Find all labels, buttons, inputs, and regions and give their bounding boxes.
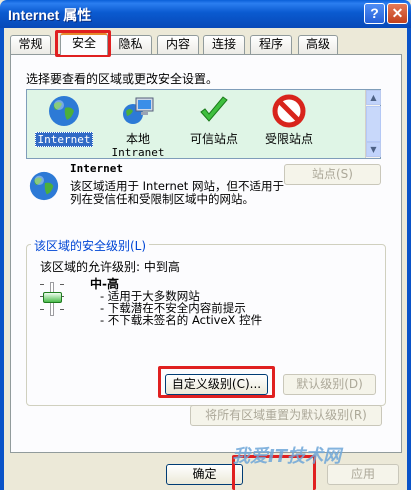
slider-tick <box>60 284 64 285</box>
slider-tick <box>40 309 44 310</box>
tab-security[interactable]: 安全 <box>60 33 108 55</box>
scroll-thumb[interactable] <box>366 106 381 142</box>
close-button[interactable]: ✕ <box>387 3 408 24</box>
zone-scrollbar[interactable]: ▲ ▼ <box>365 90 381 158</box>
zone-list: Internet 本地 Intranet 可信站点 受限站点 ▲ ▼ <box>26 89 381 159</box>
tab-programs[interactable]: 程序 <box>250 35 292 54</box>
default-level-button[interactable]: 默认级别(D) <box>283 374 376 395</box>
zone-info-description: 该区域适用于 Internet 网站，但不适用于列在受信任和受限制区域中的网站。 <box>70 179 284 206</box>
security-slider-thumb[interactable] <box>43 292 62 303</box>
zone-local-intranet[interactable]: 本地 Intranet <box>103 94 173 160</box>
reset-all-zones-button[interactable]: 将所有区域重置为默认级别(R) <box>190 405 382 426</box>
level-bullet: - 不下载未签名的 ActiveX 控件 <box>100 313 263 327</box>
local-intranet-icon <box>121 94 155 128</box>
checkmark-icon <box>197 94 231 128</box>
security-level-bullets: - 适用于大多数网站 - 下载潜在不安全内容前提示 - 不下载未签名的 Acti… <box>100 290 262 326</box>
zone-internet[interactable]: Internet <box>29 94 99 147</box>
zone-trusted-label: 可信站点 <box>189 132 238 146</box>
watermark: 我爱IT技术网 <box>232 446 341 467</box>
allowed-levels-text: 该区域的允许级别: 中到高 <box>40 260 180 274</box>
window-title: Internet 属性 <box>8 7 92 23</box>
zone-info-globe-icon <box>28 170 60 202</box>
scroll-down-icon[interactable]: ▼ <box>366 142 381 157</box>
globe-icon <box>47 94 81 128</box>
zone-restricted-label: 受限站点 <box>264 132 313 146</box>
zone-trusted-sites[interactable]: 可信站点 <box>179 94 249 146</box>
tab-advanced[interactable]: 高级 <box>298 35 338 54</box>
zones-heading: 选择要查看的区域或更改安全设置。 <box>26 72 219 86</box>
title-bar: Internet 属性 ? ✕ <box>0 0 411 28</box>
scroll-up-icon[interactable]: ▲ <box>366 90 381 105</box>
slider-tick <box>60 309 64 310</box>
tab-privacy[interactable]: 隐私 <box>109 35 152 54</box>
zone-info-title: Internet <box>70 162 123 175</box>
slider-tick <box>40 284 44 285</box>
zone-intranet-label: Intranet <box>111 146 165 159</box>
tab-content[interactable]: 内容 <box>157 35 199 54</box>
zone-restricted-sites[interactable]: 受限站点 <box>254 94 324 146</box>
sites-button[interactable]: 站点(S) <box>284 164 381 185</box>
help-button[interactable]: ? <box>364 3 385 24</box>
tab-general[interactable]: 常规 <box>10 35 51 54</box>
security-level-legend: 该区域的安全级别(L) <box>31 237 150 254</box>
custom-level-highlight <box>158 366 275 398</box>
zone-internet-label: Internet <box>34 132 94 147</box>
restricted-icon <box>272 94 306 128</box>
zone-local-label: 本地 <box>125 132 150 146</box>
tab-connections[interactable]: 连接 <box>203 35 245 54</box>
